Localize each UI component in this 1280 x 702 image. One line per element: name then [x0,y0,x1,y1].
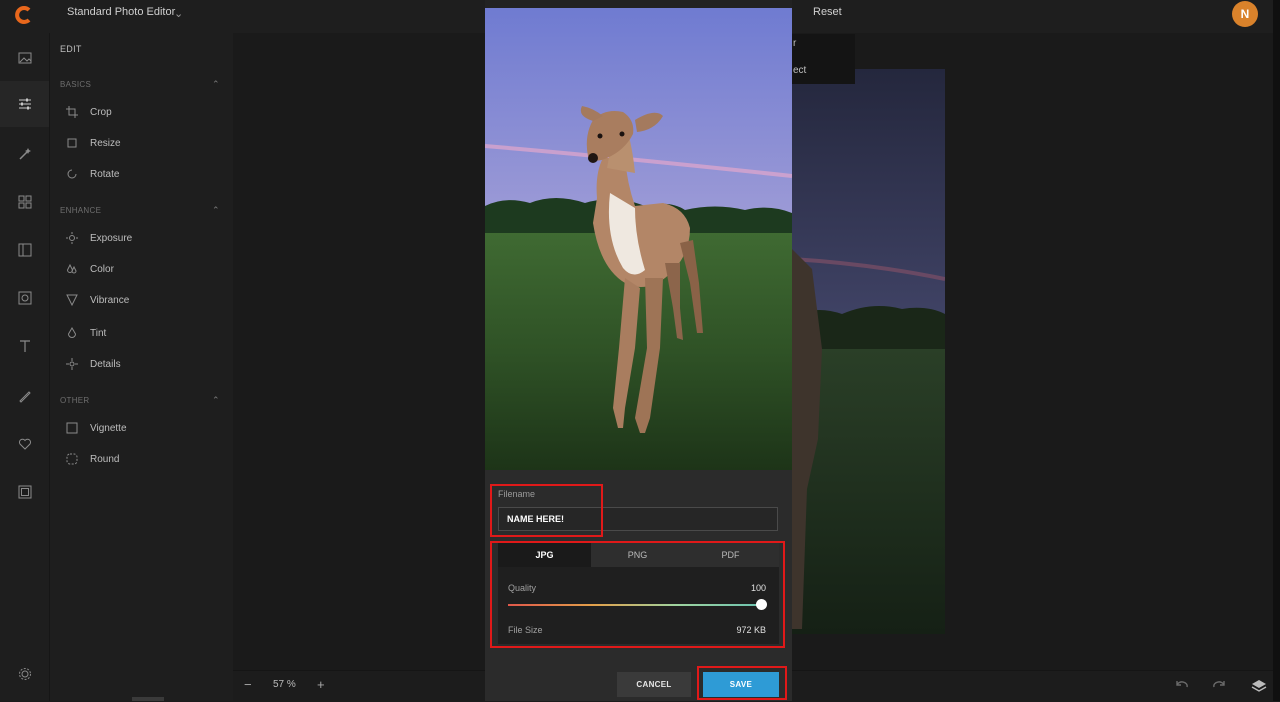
zoom-out-button[interactable]: − [244,677,252,692]
favorites-tool-button[interactable] [0,421,49,467]
sidebar-item-label: Rotate [90,168,120,180]
magic-wand-icon [18,148,31,160]
brush-icon [18,391,31,403]
cancel-button[interactable]: CANCEL [617,672,691,697]
preview-photo [485,8,792,470]
sidebar-item-exposure[interactable]: Exposure [66,228,132,248]
section-basics-title[interactable]: BASICS [60,80,91,89]
gear-icon [18,668,31,680]
text-icon [19,340,30,352]
round-corners-icon [66,453,78,465]
crop-icon [66,106,78,118]
panel-tool-button[interactable] [0,227,49,273]
app-title[interactable]: Standard Photo Editor [67,6,175,18]
vignette-icon [66,422,78,434]
magic-tool-button[interactable] [0,131,49,177]
sidebar-item-label: Tint [90,327,107,339]
tab-pdf[interactable]: PDF [684,543,777,567]
triangle-icon [66,294,78,307]
quality-slider-track[interactable] [508,604,761,606]
format-options-panel: JPG PNG PDF Quality 100 File Size 972 KB [498,543,779,644]
sidebar-item-label: Vignette [90,422,127,434]
collapse-basics-icon[interactable]: ⌃ [212,79,220,90]
tab-jpg[interactable]: JPG [498,543,591,567]
sidebar-item-details[interactable]: Details [66,354,121,374]
settings-button[interactable] [0,651,49,697]
sidebar-item-label: Crop [90,106,112,118]
sidebar-item-vignette[interactable]: Vignette [66,418,127,438]
chevron-down-icon[interactable]: ⌄ [174,7,183,20]
layers-icon[interactable] [1251,678,1267,694]
zoom-in-button[interactable]: + [317,677,325,692]
sidebar-item-crop[interactable]: Crop [66,102,112,122]
sparkle-icon [66,358,78,370]
quality-label: Quality [508,583,537,593]
collapse-other-icon[interactable]: ⌃ [212,395,220,406]
file-size-label: File Size [508,625,543,635]
grid-icon [18,195,31,209]
sidebar-item-label: Vibrance [90,294,130,306]
image-tool-button[interactable] [0,35,49,81]
avatar[interactable]: N [1232,1,1258,27]
menu-item[interactable]: ect [793,65,806,76]
drops-icon [66,263,77,274]
undo-icon[interactable] [1173,678,1189,694]
save-dialog: Filename JPG PNG PDF Quality 100 File Si… [485,0,792,701]
sliders-icon [18,98,31,110]
zoom-level: 57 % [273,679,296,690]
section-enhance-title[interactable]: ENHANCE [60,206,101,215]
heart-icon [18,438,31,450]
tab-png[interactable]: PNG [591,543,684,567]
resize-icon [67,138,77,148]
camera-frame-icon [18,291,31,305]
quality-slider-handle[interactable] [756,599,767,610]
redo-icon[interactable] [1212,678,1228,694]
layout-tool-button[interactable] [0,179,49,225]
sidebar-item-rotate[interactable]: Rotate [66,164,119,184]
reset-button[interactable]: Reset [813,6,842,18]
rotate-icon [67,169,77,179]
sidebar-item-resize[interactable]: Resize [66,133,121,153]
adjust-tool-button[interactable] [0,81,49,127]
sidebar-item-round[interactable]: Round [66,449,119,469]
sidebar-item-label: Details [90,358,121,370]
file-size-value: 972 KB [736,625,766,635]
menu-item[interactable]: r [793,38,796,49]
right-edge-strip [1273,0,1280,701]
drop-icon [67,327,77,338]
edit-side-panel: EDIT BASICS ⌃ Crop Resize Rotate ENHANCE… [50,33,233,701]
sidebar-item-label: Resize [90,137,121,149]
tool-icon-bar [0,33,50,701]
deer-photo-background [792,69,945,634]
dialog-top-strip [485,0,792,8]
sidebar-item-tint[interactable]: Tint [66,323,106,343]
collapse-enhance-icon[interactable]: ⌃ [212,205,220,216]
sidebar-item-label: Round [90,453,120,465]
border-frame-icon [18,485,31,499]
horizontal-scrollbar[interactable] [132,697,164,701]
sidebar-item-color[interactable]: Color [66,259,114,279]
sun-icon [66,232,78,244]
edit-heading: EDIT [60,44,82,54]
save-button[interactable]: SAVE [703,672,779,697]
dropdown-menu: r ect [788,34,855,84]
sidebar-item-label: Exposure [90,232,133,244]
image-icon [18,52,31,64]
frame-tool-button[interactable] [0,275,49,321]
section-other-title[interactable]: OTHER [60,396,90,405]
sidebar-item-vibrance[interactable]: Vibrance [66,290,129,310]
filename-input[interactable] [498,507,778,531]
filename-label: Filename [498,489,536,499]
app-logo-icon[interactable] [14,5,34,25]
text-tool-button[interactable] [0,323,49,369]
sidebar-layout-icon [18,243,31,257]
draw-tool-button[interactable] [0,373,49,419]
canvas-photo[interactable] [792,69,945,634]
border-tool-button[interactable] [0,469,49,515]
quality-value: 100 [750,583,766,593]
deer-photo-preview [485,8,792,470]
sidebar-item-label: Color [90,263,114,275]
